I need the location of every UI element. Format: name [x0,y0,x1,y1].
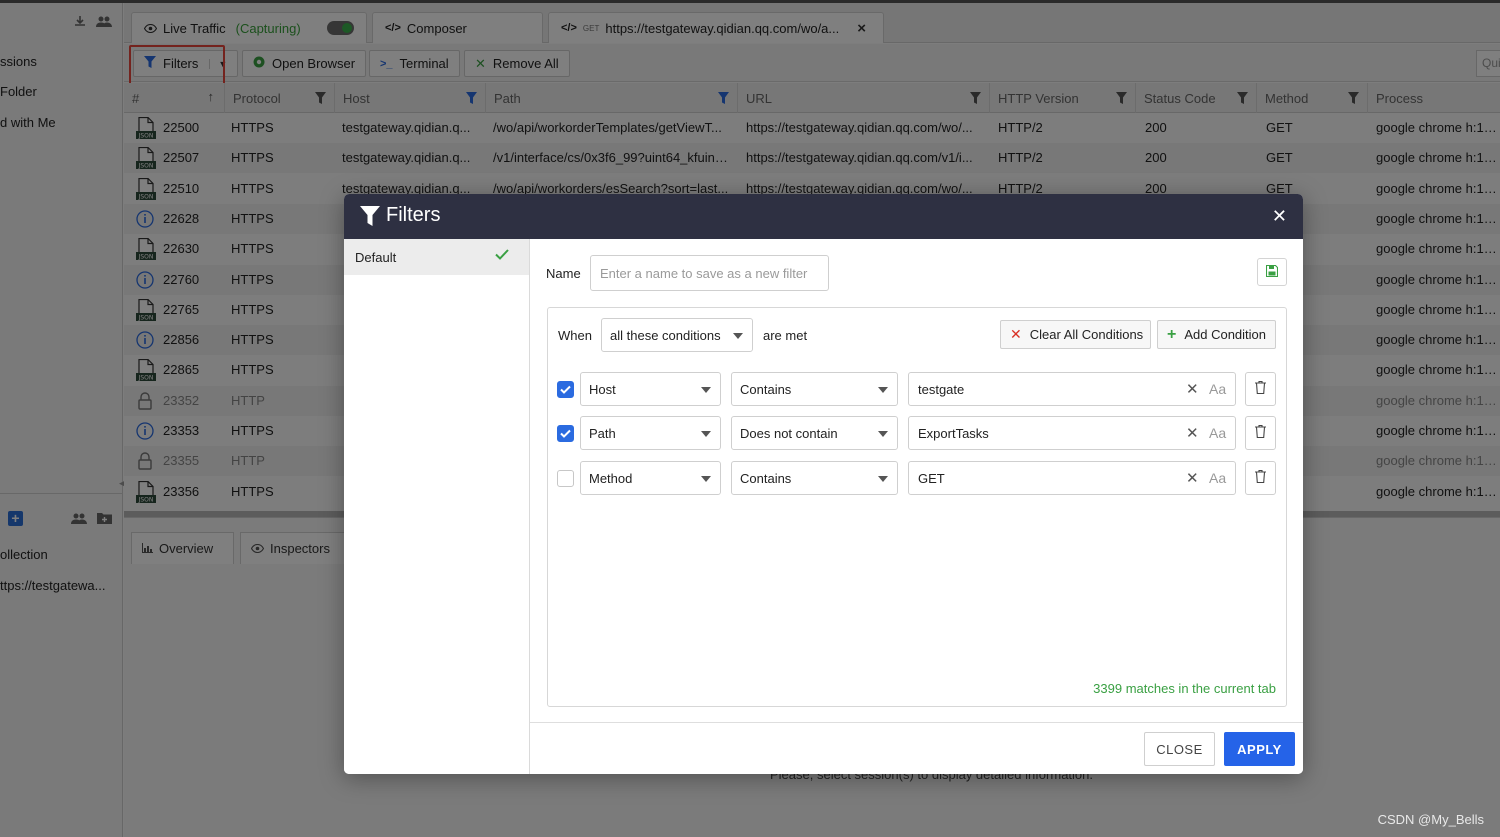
chevron-down-icon [878,476,888,482]
condition-row: Method Contains GET ✕ Aa [548,461,1288,497]
condition-value-input[interactable]: GET ✕ Aa [908,461,1236,495]
chevron-down-icon [701,387,711,393]
chevron-down-icon [733,333,743,339]
close-icon: ✕ [1010,326,1022,342]
are-met-label: are met [763,328,808,343]
conditions-panel: When all these conditions are met ✕ Clea… [547,307,1287,707]
close-icon[interactable]: ✕ [1272,206,1287,227]
clear-all-conditions-button[interactable]: ✕ Clear All Conditions [1000,320,1151,349]
operator-value: Does not contain [740,425,838,441]
field-value: Host [589,381,616,397]
chevron-down-icon [701,476,711,482]
close-button[interactable]: CLOSE [1144,732,1215,766]
condition-row: Host Contains testgate ✕ Aa [548,372,1288,408]
chevron-down-icon [878,387,888,393]
match-mode-select[interactable]: all these conditions [601,318,753,352]
condition-checkbox[interactable] [557,425,574,442]
match-case-toggle[interactable]: Aa [1209,425,1226,441]
when-label: When [558,328,592,343]
match-case-toggle[interactable]: Aa [1209,381,1226,397]
watermark: CSDN @My_Bells [1377,812,1484,827]
operator-value: Contains [740,470,792,486]
condition-checkbox[interactable] [557,470,574,487]
condition-value: ExportTasks [918,426,989,441]
dialog-title: Filters [386,204,441,226]
condition-operator-select[interactable]: Contains [731,372,898,406]
clear-icon[interactable]: ✕ [1186,424,1199,442]
condition-operator-select[interactable]: Contains [731,461,898,495]
clear-all-label: Clear All Conditions [1029,327,1144,342]
funnel-icon [360,206,380,229]
saved-filter-label: Default [355,249,397,265]
saved-filter-item[interactable]: Default [344,239,529,275]
add-condition-label: Add Condition [1184,327,1267,342]
condition-operator-select[interactable]: Does not contain [731,416,898,450]
add-condition-button[interactable]: + Add Condition [1157,320,1276,349]
condition-value-input[interactable]: testgate ✕ Aa [908,372,1236,406]
condition-value: testgate [918,382,965,397]
condition-field-select[interactable]: Method [580,461,721,495]
filters-dialog: Filters ✕ Default Name When all these co… [344,194,1303,774]
clear-icon[interactable]: ✕ [1186,469,1199,487]
trash-icon [1255,469,1266,486]
chevron-down-icon [701,431,711,437]
condition-field-select[interactable]: Host [580,372,721,406]
dialog-header: Filters ✕ [344,194,1303,239]
apply-button[interactable]: APPLY [1224,732,1295,766]
trash-icon [1255,380,1266,397]
save-filter-button[interactable] [1257,258,1287,286]
field-value: Path [589,425,616,441]
match-count: 3399 matches in the current tab [1093,681,1276,696]
name-label: Name [546,266,581,281]
condition-value-input[interactable]: ExportTasks ✕ Aa [908,416,1236,450]
filter-editor: Name When all these conditions are met ✕… [530,239,1303,774]
clear-icon[interactable]: ✕ [1186,380,1199,398]
condition-field-select[interactable]: Path [580,416,721,450]
trash-icon [1255,424,1266,441]
condition-row: Path Does not contain ExportTasks ✕ Aa [548,416,1288,452]
condition-checkbox[interactable] [557,381,574,398]
dialog-footer: CLOSE APPLY [530,722,1303,774]
checkmark-icon [495,248,509,263]
field-value: Method [589,470,633,486]
filter-name-input[interactable] [590,255,829,291]
save-icon [1265,264,1279,280]
chevron-down-icon [878,431,888,437]
delete-condition-button[interactable] [1245,416,1276,450]
match-case-toggle[interactable]: Aa [1209,470,1226,486]
delete-condition-button[interactable] [1245,372,1276,406]
match-mode-value: all these conditions [610,327,721,343]
operator-value: Contains [740,381,792,397]
condition-value: GET [918,471,945,486]
saved-filters-list: Default [344,239,530,774]
delete-condition-button[interactable] [1245,461,1276,495]
plus-icon: + [1167,325,1177,343]
